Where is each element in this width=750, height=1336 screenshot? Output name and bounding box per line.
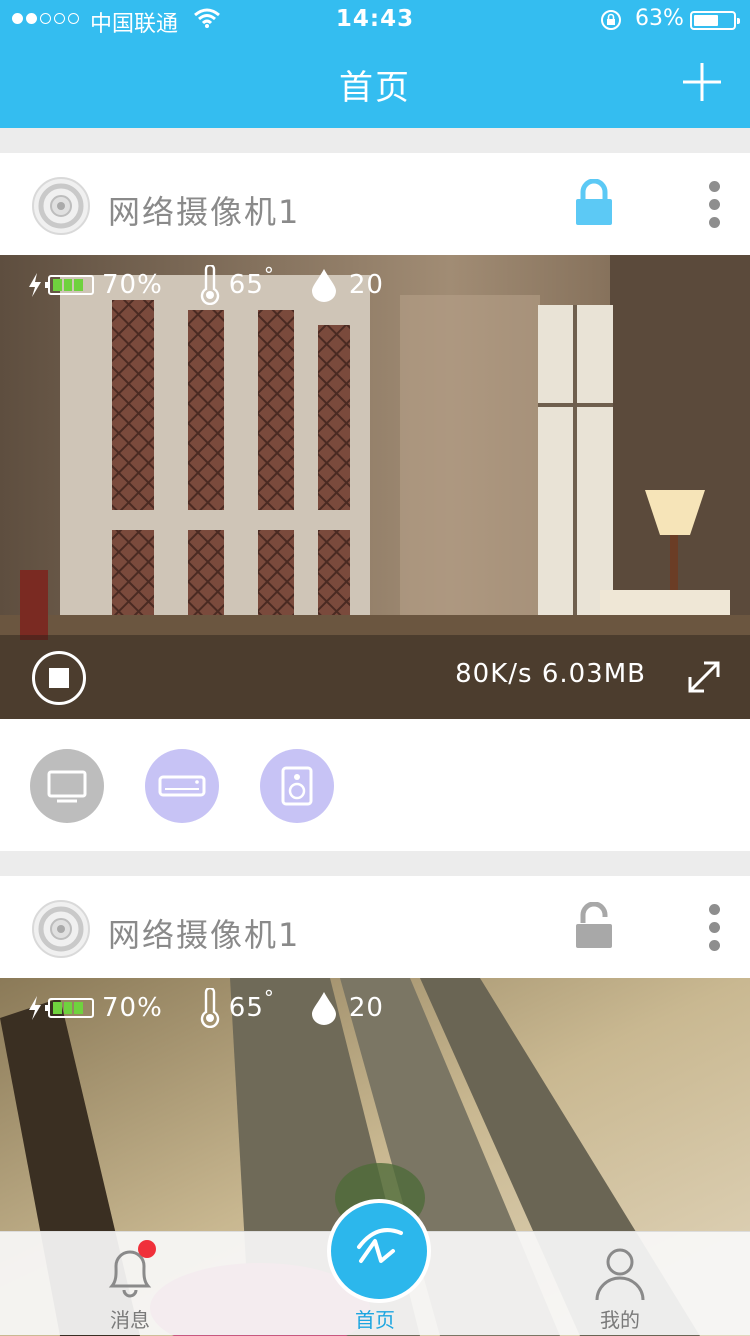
speaker-icon — [281, 766, 313, 806]
camera-header: 网络摄像机1 — [0, 876, 750, 978]
humidity-value: 20 — [348, 993, 384, 1023]
temperature-value: 65 — [228, 270, 264, 300]
tab-label: 首页 — [355, 1308, 395, 1332]
user-icon — [595, 1248, 645, 1301]
battery-value: 70% — [102, 993, 163, 1023]
temperature-value: 65 — [228, 993, 264, 1023]
tab-profile[interactable]: 我的 — [560, 1232, 680, 1335]
air-conditioner-device-button[interactable] — [145, 749, 219, 823]
camera-video-feed[interactable]: 70% 65 ° 20 80K/s 6.03MB — [0, 255, 750, 719]
tab-home[interactable]: 首页 — [315, 1232, 435, 1335]
more-options-button[interactable] — [702, 904, 726, 956]
air-conditioner-icon — [158, 775, 206, 797]
top-bar: 中国联通 14:43 63% 首页 — [0, 0, 750, 128]
tab-label: 我的 — [600, 1308, 640, 1332]
tab-bar: 消息 首页 我的 — [0, 1199, 750, 1335]
humidity-value: 20 — [348, 270, 384, 300]
camera-logo-icon — [32, 177, 90, 235]
thermometer-icon — [200, 265, 219, 305]
more-options-button[interactable] — [702, 181, 726, 233]
battery-level-icon — [45, 998, 94, 1018]
linked-devices — [0, 719, 750, 851]
camera-name: 网络摄像机1 — [108, 193, 301, 231]
tv-device-button[interactable] — [30, 749, 104, 823]
speaker-device-button[interactable] — [260, 749, 334, 823]
stop-button[interactable] — [32, 651, 86, 705]
orientation-lock-icon — [601, 10, 621, 30]
page-title: 首页 — [339, 68, 411, 108]
camera-header: 网络摄像机1 — [0, 153, 750, 255]
status-bar: 中国联通 14:43 63% — [0, 0, 750, 40]
battery-icon — [690, 11, 740, 30]
lock-open-icon[interactable] — [574, 902, 614, 950]
camera-stats: 70% 65 ° 20 — [28, 986, 420, 1028]
fullscreen-icon[interactable] — [684, 657, 724, 697]
battery-value: 70% — [102, 270, 163, 300]
charging-bolt-icon — [29, 996, 41, 1020]
tv-icon — [47, 770, 87, 803]
camera-name: 网络摄像机1 — [108, 916, 301, 954]
battery-level-icon — [45, 275, 94, 295]
add-device-button[interactable] — [680, 60, 724, 104]
humidity-drop-icon — [311, 269, 336, 302]
battery-percent: 63% — [635, 6, 684, 31]
charging-bolt-icon — [29, 273, 41, 297]
camera-logo-icon — [32, 900, 90, 958]
thermometer-icon — [200, 988, 219, 1028]
video-controls: 80K/s 6.03MB — [0, 635, 750, 719]
humidity-drop-icon — [311, 992, 336, 1025]
lock-closed-icon[interactable] — [574, 179, 614, 227]
tab-label: 消息 — [110, 1308, 150, 1332]
tab-messages[interactable]: 消息 — [70, 1232, 190, 1335]
temperature-unit: ° — [263, 986, 275, 1010]
camera-stats: 70% 65 ° 20 — [28, 263, 420, 305]
notification-badge — [138, 1240, 156, 1258]
temperature-unit: ° — [263, 263, 275, 287]
stream-rate: 80K/s 6.03MB — [455, 659, 646, 689]
camera-card: 网络摄像机1 — [0, 153, 750, 851]
